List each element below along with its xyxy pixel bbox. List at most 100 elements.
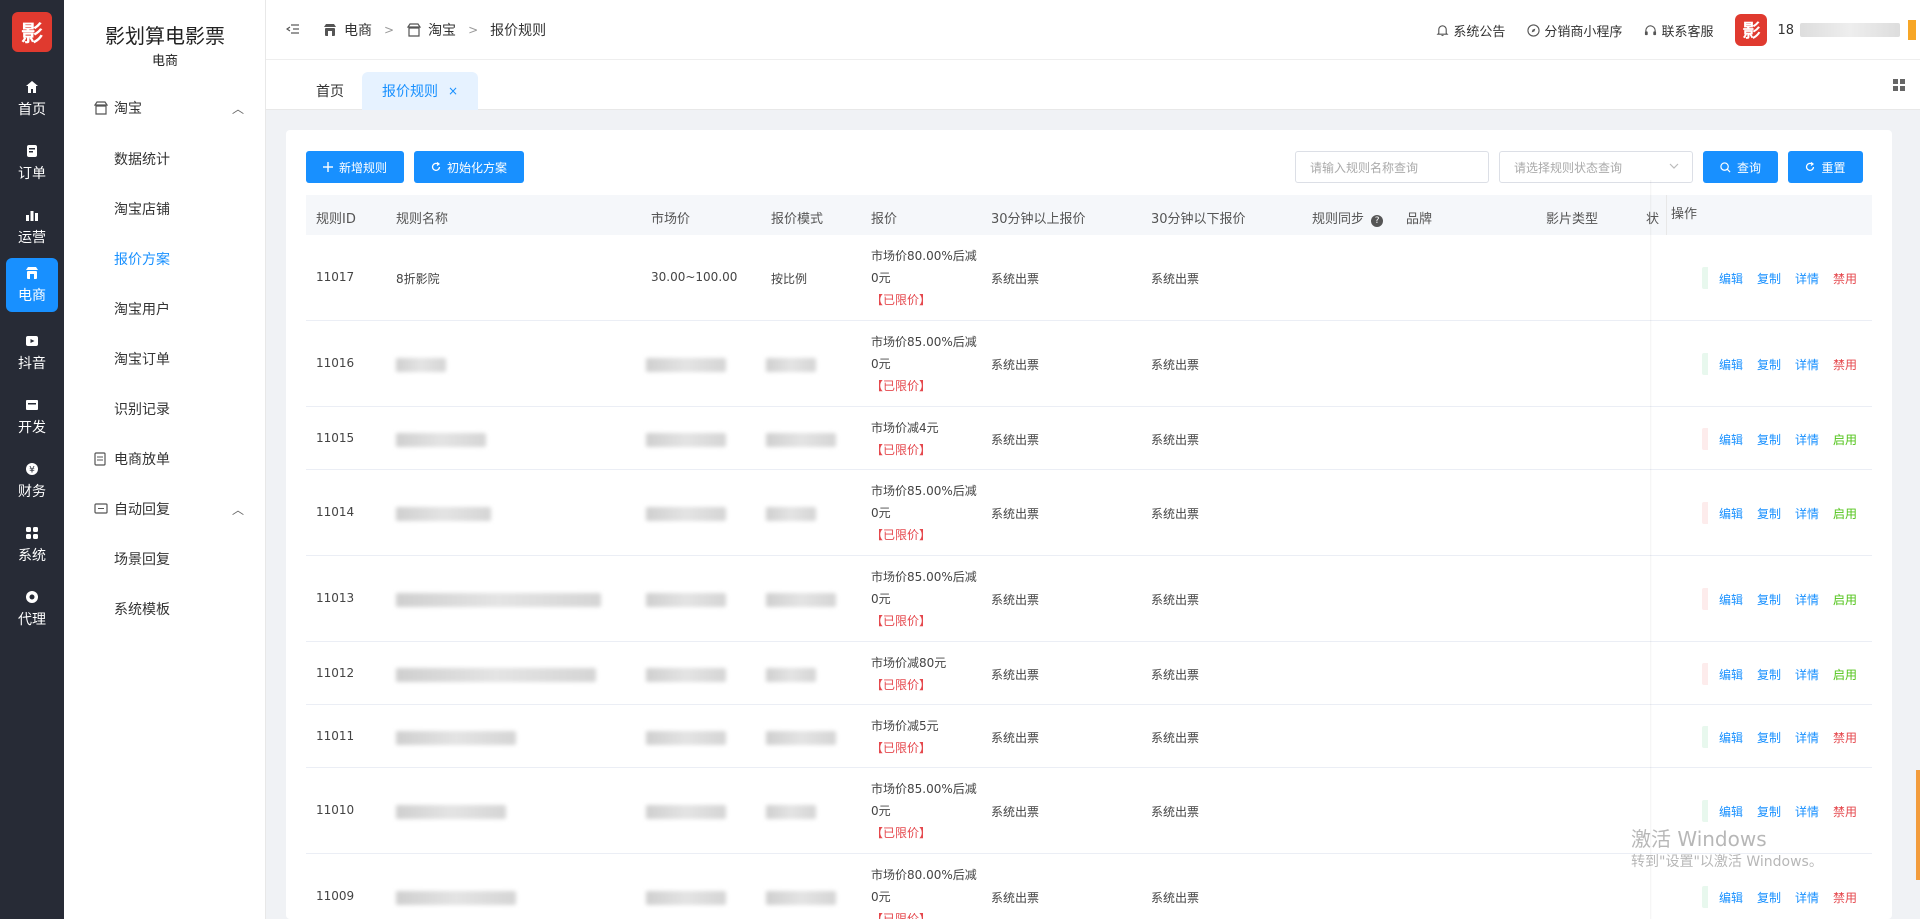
menu-group-taobao[interactable]: 淘宝 ︿ bbox=[94, 98, 244, 118]
edit-link[interactable]: 编辑 bbox=[1719, 803, 1743, 820]
menu-group-ecom-order[interactable]: 电商放单 bbox=[94, 449, 244, 469]
disable-link[interactable]: 禁用 bbox=[1833, 889, 1857, 906]
left-rail: 影 首页 订单 运营 电商 抖音 开发 ¥ 财务 系统 代理 bbox=[0, 0, 64, 919]
detail-link[interactable]: 详情 bbox=[1795, 666, 1819, 683]
copy-link[interactable]: 复制 bbox=[1757, 356, 1781, 373]
col-quote[interactable]: 报价 bbox=[871, 208, 897, 227]
col-market-price[interactable]: 市场价 bbox=[651, 208, 690, 227]
copy-link[interactable]: 复制 bbox=[1757, 889, 1781, 906]
col-below-30[interactable]: 30分钟以下报价 bbox=[1151, 208, 1246, 227]
rail-item-dev[interactable]: 开发 bbox=[6, 390, 58, 444]
detail-link[interactable]: 详情 bbox=[1795, 803, 1819, 820]
menu-item-taobao-user[interactable]: 淘宝用户 bbox=[114, 299, 170, 319]
avatar[interactable]: 影 bbox=[1735, 14, 1768, 46]
rule-id: 11016 bbox=[316, 356, 355, 370]
help-icon[interactable]: ? bbox=[1371, 215, 1384, 227]
rail-item-system[interactable]: 系统 bbox=[6, 518, 58, 572]
edit-link[interactable]: 编辑 bbox=[1719, 591, 1743, 608]
add-rule-button[interactable]: 新增规则 bbox=[306, 151, 404, 183]
col-brand[interactable]: 品牌 bbox=[1406, 208, 1432, 227]
edit-link[interactable]: 编辑 bbox=[1719, 666, 1743, 683]
col-label: 规则同步 bbox=[1312, 212, 1365, 227]
disable-link[interactable]: 禁用 bbox=[1833, 803, 1857, 820]
tab-home[interactable]: 首页 bbox=[296, 72, 364, 110]
rail-item-operation[interactable]: 运营 bbox=[6, 200, 58, 254]
enable-link[interactable]: 启用 bbox=[1833, 431, 1857, 448]
collapse-menu-icon[interactable] bbox=[285, 22, 300, 40]
query-button[interactable]: 查询 bbox=[1703, 151, 1778, 183]
enable-link[interactable]: 启用 bbox=[1833, 666, 1857, 683]
rail-item-ecommerce[interactable]: 电商 bbox=[6, 258, 58, 312]
user-name[interactable]: 18 bbox=[1777, 23, 1794, 38]
rule-name-search-input[interactable]: 请输入规则名称查询 bbox=[1295, 151, 1489, 183]
reset-button[interactable]: 重置 bbox=[1788, 151, 1863, 183]
mini-program-link[interactable]: 分销商小程序 bbox=[1527, 21, 1622, 40]
copy-link[interactable]: 复制 bbox=[1757, 803, 1781, 820]
init-plan-button[interactable]: 初始化方案 bbox=[414, 151, 524, 183]
col-quote-mode[interactable]: 报价模式 bbox=[771, 208, 823, 227]
detail-link[interactable]: 详情 bbox=[1795, 505, 1819, 522]
copy-link[interactable]: 复制 bbox=[1757, 666, 1781, 683]
col-status[interactable]: 状 bbox=[1646, 208, 1659, 227]
below-30-quote: 系统出票 bbox=[1151, 432, 1200, 447]
select-placeholder: 请选择规则状态查询 bbox=[1514, 160, 1623, 175]
col-rule-sync[interactable]: 规则同步 ? bbox=[1312, 208, 1384, 227]
detail-link[interactable]: 详情 bbox=[1795, 889, 1819, 906]
copy-link[interactable]: 复制 bbox=[1757, 505, 1781, 522]
rail-item-douyin[interactable]: 抖音 bbox=[6, 326, 58, 380]
detail-link[interactable]: 详情 bbox=[1795, 270, 1819, 287]
edit-link[interactable]: 编辑 bbox=[1719, 889, 1743, 906]
copy-link[interactable]: 复制 bbox=[1757, 270, 1781, 287]
menu-item-recognition[interactable]: 识别记录 bbox=[114, 399, 170, 419]
disable-link[interactable]: 禁用 bbox=[1833, 729, 1857, 746]
menu-item-taobao-order[interactable]: 淘宝订单 bbox=[114, 349, 170, 369]
rail-item-order[interactable]: 订单 bbox=[6, 136, 58, 190]
rail-item-agent[interactable]: 代理 bbox=[6, 582, 58, 636]
detail-link[interactable]: 详情 bbox=[1795, 356, 1819, 373]
menu-item-stats[interactable]: 数据统计 bbox=[114, 149, 170, 169]
detail-link[interactable]: 详情 bbox=[1795, 431, 1819, 448]
edit-link[interactable]: 编辑 bbox=[1719, 356, 1743, 373]
breadcrumb-taobao[interactable]: 淘宝 bbox=[406, 20, 456, 40]
disable-link[interactable]: 禁用 bbox=[1833, 356, 1857, 373]
copy-link[interactable]: 复制 bbox=[1757, 591, 1781, 608]
tab-quote-rules[interactable]: 报价规则 × bbox=[362, 72, 479, 110]
rule-status-select[interactable]: 请选择规则状态查询 bbox=[1499, 151, 1693, 183]
breadcrumb-ecommerce[interactable]: 电商 bbox=[322, 20, 372, 40]
edit-link[interactable]: 编辑 bbox=[1719, 431, 1743, 448]
col-film-type[interactable]: 影片类型 bbox=[1546, 208, 1598, 227]
menu-item-scene-reply[interactable]: 场景回复 bbox=[114, 549, 170, 569]
detail-link[interactable]: 详情 bbox=[1795, 591, 1819, 608]
side-tab[interactable] bbox=[1908, 20, 1916, 40]
close-icon[interactable]: × bbox=[448, 84, 458, 98]
dev-icon bbox=[24, 397, 40, 413]
grid-icon[interactable] bbox=[1892, 78, 1906, 96]
system-notice-link[interactable]: 系统公告 bbox=[1436, 21, 1505, 40]
copy-link[interactable]: 复制 bbox=[1757, 431, 1781, 448]
menu-item-taobao-shop[interactable]: 淘宝店铺 bbox=[114, 199, 170, 219]
rail-item-finance[interactable]: ¥ 财务 bbox=[6, 454, 58, 508]
edit-link[interactable]: 编辑 bbox=[1719, 729, 1743, 746]
redacted-rule-name bbox=[396, 891, 516, 905]
floating-side-tab[interactable] bbox=[1916, 770, 1920, 880]
menu-item-system-template[interactable]: 系统模板 bbox=[114, 599, 170, 619]
menu-item-quote-plan[interactable]: 报价方案 bbox=[114, 249, 170, 269]
table-row: 11014 市场价85.00%后减 0元 【已限价】 系统出票 系统出票 编辑 复制 详情 启用 bbox=[306, 470, 1872, 556]
copy-link[interactable]: 复制 bbox=[1757, 729, 1781, 746]
col-rule-id[interactable]: 规则ID bbox=[316, 208, 356, 227]
detail-link[interactable]: 详情 bbox=[1795, 729, 1819, 746]
col-above-30[interactable]: 30分钟以上报价 bbox=[991, 208, 1086, 227]
limited-badge: 【已限价】 bbox=[871, 740, 932, 755]
disable-link[interactable]: 禁用 bbox=[1833, 270, 1857, 287]
rail-item-home[interactable]: 首页 bbox=[6, 72, 58, 126]
enable-link[interactable]: 启用 bbox=[1833, 505, 1857, 522]
menu-group-auto-reply[interactable]: 自动回复 ︿ bbox=[94, 499, 244, 519]
edit-link[interactable]: 编辑 bbox=[1719, 270, 1743, 287]
edit-link[interactable]: 编辑 bbox=[1719, 505, 1743, 522]
quote-text: 市场价85.00%后减 bbox=[871, 335, 977, 349]
windows-watermark-hint: 转到"设置"以激活 Windows。 bbox=[1631, 854, 1823, 870]
customer-service-link[interactable]: 联系客服 bbox=[1644, 21, 1713, 40]
enable-link[interactable]: 启用 bbox=[1833, 591, 1857, 608]
col-rule-name[interactable]: 规则名称 bbox=[396, 208, 448, 227]
table-header: 规则ID 规则名称 市场价 报价模式 报价 30分钟以上报价 30分钟以下报价 … bbox=[306, 195, 1872, 235]
